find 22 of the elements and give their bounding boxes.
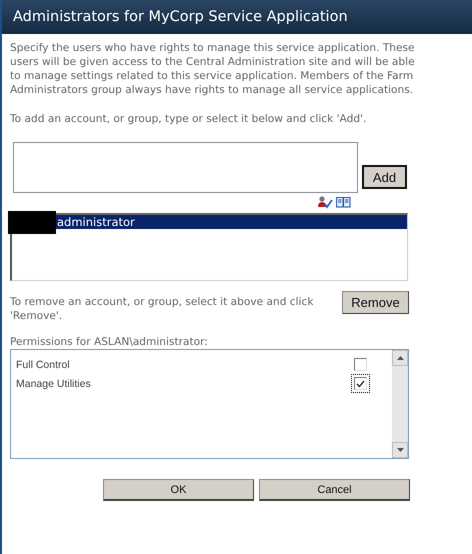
permission-checkbox[interactable] [354,358,367,371]
scroll-up-icon[interactable] [392,350,408,366]
account-input-field[interactable] [13,142,358,193]
remove-button[interactable]: Remove [342,291,409,314]
scroll-down-icon[interactable] [392,442,408,458]
permissions-label: Permissions for ASLAN\administrator: [10,335,209,349]
permission-label: Full Control [16,358,70,370]
check-names-icon[interactable] [318,196,333,208]
address-book-icon[interactable] [336,196,351,208]
permission-label: Manage Utilities [16,378,91,390]
window-title: Administrators for MyCorp Service Application [13,9,348,25]
dialog-button[interactable]: OK [103,479,254,501]
dialog-button[interactable]: Cancel [259,479,410,501]
scrollbar[interactable] [392,350,408,458]
remove-instruction-text: To remove an account, or group, select it above and click 'Remove'. [10,295,314,323]
redaction-block [8,211,56,234]
check-icon [356,380,365,388]
permission-checkbox[interactable] [354,377,367,390]
add-instruction-text: To add an account, or group, type or select it below and click 'Add'. [10,112,368,126]
add-button[interactable]: Add [362,165,407,189]
description-text: Specify the users who have rights to manage this service application. These users will be given access to the Central Administration site and will be able to manage settings related to this service application. Members of the Farm Administrators group always have rights to manage all service applications. [10,41,416,97]
account-item[interactable]: administrator [56,215,407,229]
